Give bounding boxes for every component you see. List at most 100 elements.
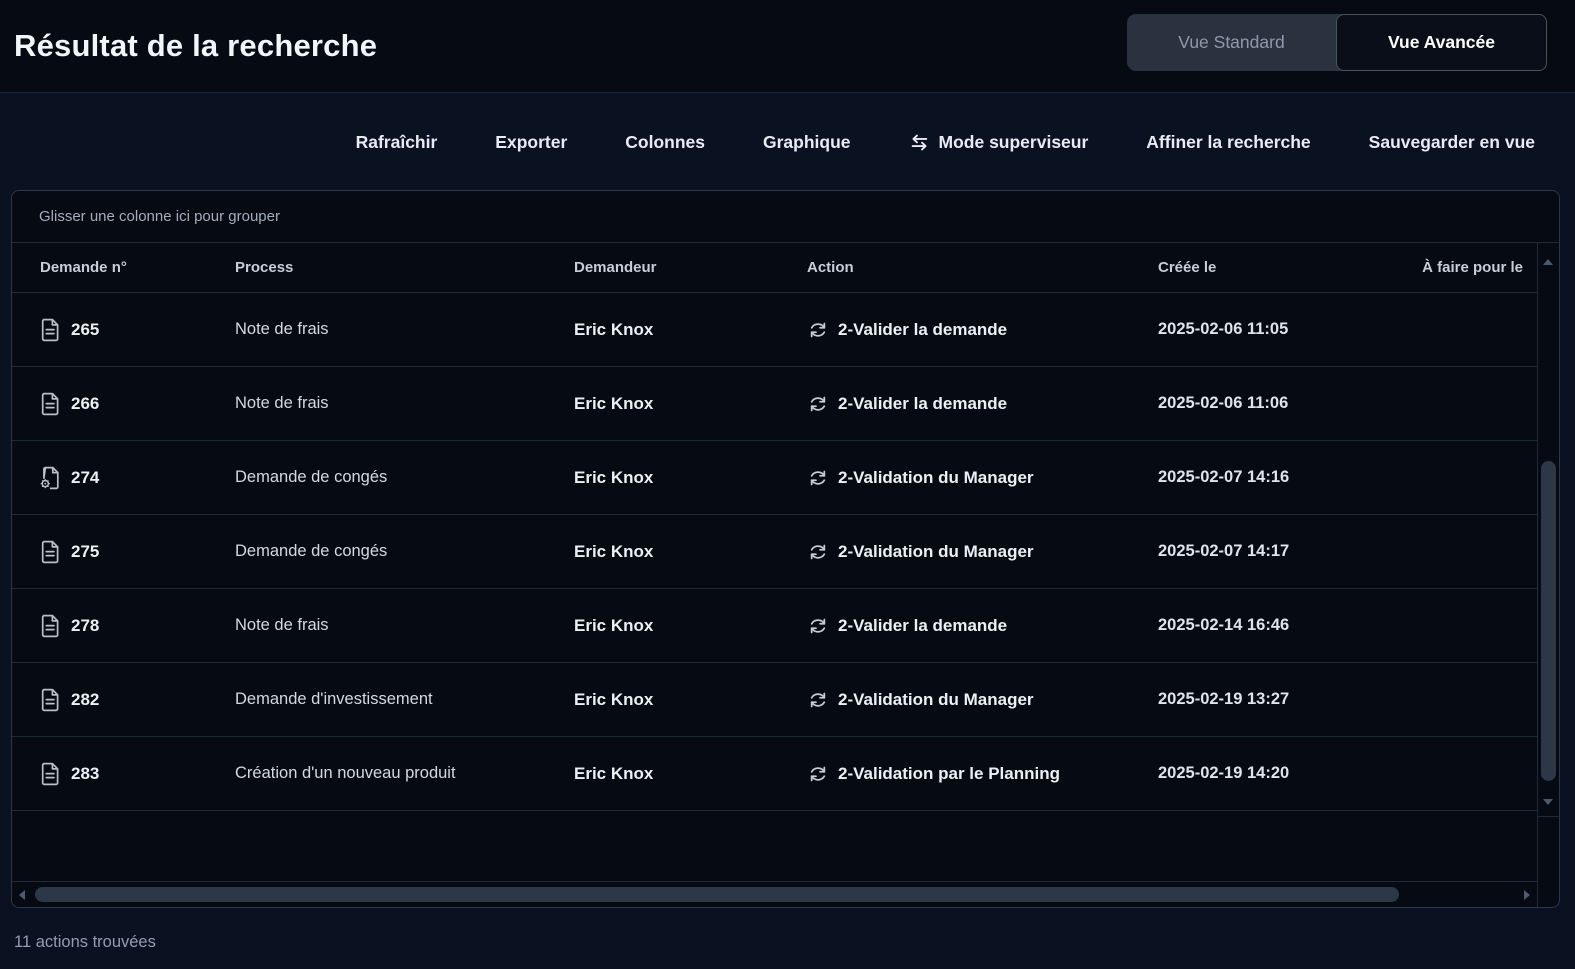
supervisor-mode-button[interactable]: Mode superviseur	[909, 132, 1089, 153]
process-cell: Note de frais	[235, 616, 574, 635]
table-row[interactable]: 278 Note de frais Eric Knox	[12, 589, 1537, 663]
action-label: 2-Validation du Manager	[838, 542, 1034, 562]
page-header: Résultat de la recherche Vue Standard Vu…	[0, 0, 1575, 93]
table-row[interactable]: 282 Demande d'investissement Eric Knox	[12, 663, 1537, 737]
requester-cell: Eric Knox	[574, 320, 807, 340]
requester-cell: Eric Knox	[574, 468, 807, 488]
action-cell: 2-Valider la demande	[807, 319, 1158, 341]
document-icon	[40, 762, 60, 786]
action-cell: 2-Validation du Manager	[807, 541, 1158, 563]
created-date-cell: 2025-02-19 13:27	[1158, 690, 1403, 709]
horizontal-scrollbar-thumb[interactable]	[35, 887, 1399, 902]
group-by-hint: Glisser une colonne ici pour grouper	[39, 208, 280, 225]
refresh-icon	[807, 763, 829, 785]
document-gear-icon	[40, 466, 60, 490]
refresh-icon	[807, 467, 829, 489]
save-view-button[interactable]: Sauvegarder en vue	[1369, 132, 1535, 153]
column-header-demandeur[interactable]: Demandeur	[574, 259, 807, 276]
request-number-cell: 282	[40, 688, 235, 712]
action-cell: 2-Validation par le Planning	[807, 763, 1158, 785]
request-number-cell: 275	[40, 540, 235, 564]
created-date-cell: 2025-02-06 11:05	[1158, 320, 1403, 339]
vertical-scrollbar[interactable]	[1537, 243, 1559, 907]
group-by-drop-zone[interactable]: Glisser une colonne ici pour grouper	[12, 191, 1559, 243]
action-cell: 2-Validation du Manager	[807, 467, 1158, 489]
table-row[interactable]: 283 Création d'un nouveau produit Eric K…	[12, 737, 1537, 811]
refresh-icon	[807, 689, 829, 711]
action-cell: 2-Valider la demande	[807, 393, 1158, 415]
scrollbar-divider	[1538, 816, 1559, 817]
swap-arrows-icon	[909, 132, 930, 153]
export-button[interactable]: Exporter	[495, 132, 567, 153]
created-date-cell: 2025-02-07 14:17	[1158, 542, 1403, 561]
results-count: 11 actions trouvées	[14, 933, 156, 952]
page-title: Résultat de la recherche	[14, 0, 377, 92]
view-toggle: Vue Standard Vue Avancée	[1127, 14, 1547, 71]
request-number-cell: 283	[40, 762, 235, 786]
table-row[interactable]: 265 Note de frais Eric Knox	[12, 293, 1537, 367]
document-icon	[40, 614, 60, 638]
request-number: 278	[71, 616, 99, 636]
request-number-cell: 278	[40, 614, 235, 638]
view-advanced-button[interactable]: Vue Avancée	[1336, 14, 1547, 71]
action-label: 2-Valider la demande	[838, 320, 1007, 340]
request-number: 282	[71, 690, 99, 710]
created-date-cell: 2025-02-07 14:16	[1158, 468, 1403, 487]
scroll-right-icon[interactable]	[1524, 890, 1530, 900]
request-number: 274	[71, 468, 99, 488]
document-icon	[40, 688, 60, 712]
column-header-demande[interactable]: Demande n°	[40, 259, 235, 276]
action-cell: 2-Valider la demande	[807, 615, 1158, 637]
columns-button[interactable]: Colonnes	[625, 132, 705, 153]
created-date-cell: 2025-02-06 11:06	[1158, 394, 1403, 413]
scroll-down-icon[interactable]	[1543, 799, 1553, 805]
created-date-cell: 2025-02-14 16:46	[1158, 616, 1403, 635]
table-row[interactable]: 274 Demande de congés Eric Knox	[12, 441, 1537, 515]
action-cell: 2-Validation du Manager	[807, 689, 1158, 711]
process-cell: Demande de congés	[235, 542, 574, 561]
view-standard-button[interactable]: Vue Standard	[1127, 14, 1336, 71]
column-header-a-faire-pour-le[interactable]: À faire pour le	[1403, 259, 1537, 276]
scroll-up-icon[interactable]	[1543, 259, 1553, 265]
horizontal-scrollbar[interactable]	[12, 881, 1537, 907]
refresh-icon	[807, 615, 829, 637]
process-cell: Création d'un nouveau produit	[235, 764, 574, 783]
table-row[interactable]: 275 Demande de congés Eric Knox	[12, 515, 1537, 589]
action-label: 2-Validation du Manager	[838, 468, 1034, 488]
vertical-scrollbar-thumb[interactable]	[1541, 461, 1556, 781]
scroll-left-icon[interactable]	[19, 890, 25, 900]
refine-search-button[interactable]: Affiner la recherche	[1146, 132, 1310, 153]
refresh-icon	[807, 393, 829, 415]
process-cell: Note de frais	[235, 320, 574, 339]
chart-button[interactable]: Graphique	[763, 132, 851, 153]
document-icon	[40, 318, 60, 342]
requester-cell: Eric Knox	[574, 616, 807, 636]
requester-cell: Eric Knox	[574, 394, 807, 414]
table-row[interactable]: 266 Note de frais Eric Knox	[12, 367, 1537, 441]
requester-cell: Eric Knox	[574, 542, 807, 562]
refresh-button[interactable]: Rafraîchir	[356, 132, 438, 153]
request-number: 265	[71, 320, 99, 340]
request-number-cell: 274	[40, 466, 235, 490]
request-number: 266	[71, 394, 99, 414]
results-grid: Glisser une colonne ici pour grouper Dem…	[11, 190, 1560, 908]
column-header-creee-le[interactable]: Créée le	[1158, 259, 1403, 276]
request-number: 275	[71, 542, 99, 562]
grid-body: 265 Note de frais Eric Knox	[12, 293, 1537, 811]
document-icon	[40, 392, 60, 416]
created-date-cell: 2025-02-19 14:20	[1158, 764, 1403, 783]
column-header-action[interactable]: Action	[807, 259, 1158, 276]
requester-cell: Eric Knox	[574, 764, 807, 784]
column-header-process[interactable]: Process	[235, 259, 574, 276]
process-cell: Demande d'investissement	[235, 690, 574, 709]
action-label: 2-Validation par le Planning	[838, 764, 1060, 784]
document-icon	[40, 540, 60, 564]
process-cell: Note de frais	[235, 394, 574, 413]
action-label: 2-Validation du Manager	[838, 690, 1034, 710]
refresh-icon	[807, 319, 829, 341]
supervisor-mode-label: Mode superviseur	[939, 132, 1089, 153]
toolbar: Rafraîchir Exporter Colonnes Graphique M…	[0, 94, 1575, 190]
refresh-icon	[807, 541, 829, 563]
request-number-cell: 265	[40, 318, 235, 342]
action-label: 2-Valider la demande	[838, 394, 1007, 414]
